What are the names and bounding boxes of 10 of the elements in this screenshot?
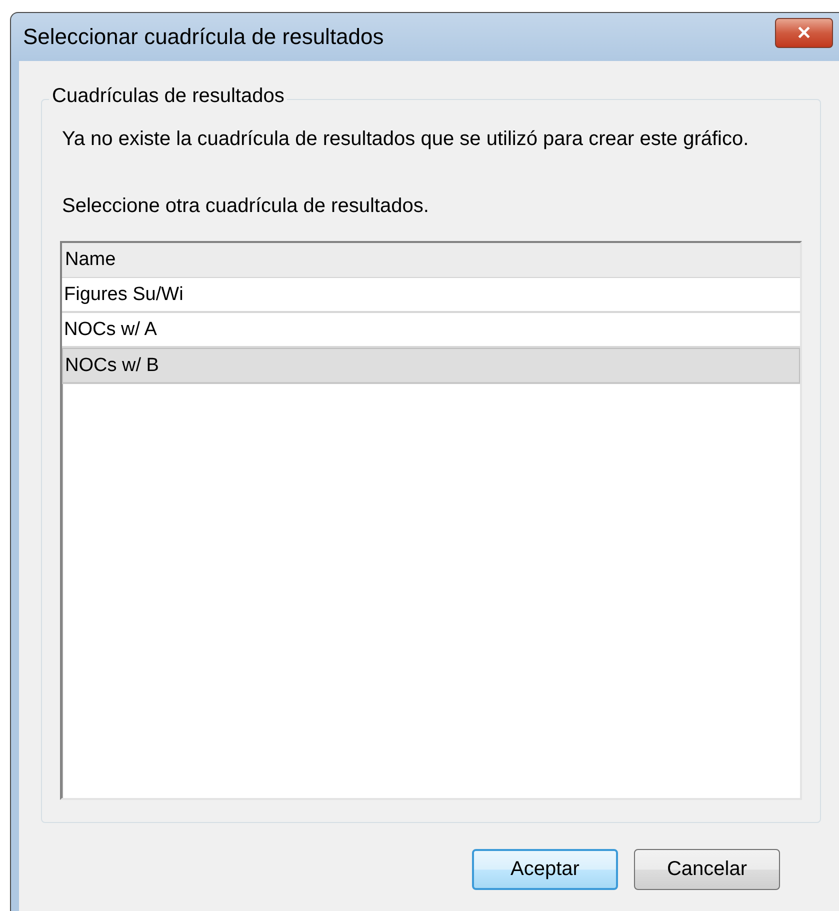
dialog-button[interactable]: Aceptar bbox=[472, 849, 618, 890]
dialog-button[interactable]: Cancelar bbox=[634, 849, 780, 890]
list-row[interactable]: NOCs w/ A bbox=[62, 313, 800, 348]
message-text: Ya no existe la cuadrícula de resultados que se utilizó para crear este gráfico. bbox=[62, 127, 750, 152]
column-header[interactable]: Name bbox=[62, 243, 800, 278]
message-text: Seleccione otra cuadrícula de resultados. bbox=[62, 194, 430, 219]
window-title: Seleccionar cuadrícula de resultados bbox=[23, 24, 385, 50]
close-button[interactable]: ✕ bbox=[775, 18, 833, 48]
list-row[interactable]: NOCs w/ B bbox=[62, 348, 800, 384]
list-row[interactable]: Figures Su/Wi bbox=[62, 278, 800, 313]
